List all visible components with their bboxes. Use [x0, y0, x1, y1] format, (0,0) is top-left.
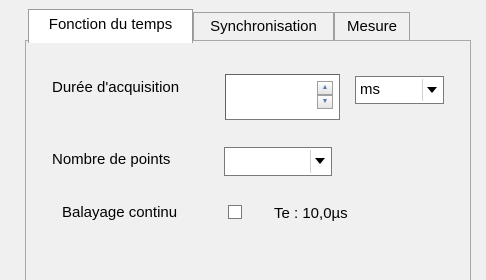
tab-label: Synchronisation — [210, 18, 317, 35]
duree-spinbox[interactable]: ▲ ▼ — [225, 74, 340, 120]
tab-synchronisation[interactable]: Synchronisation — [193, 12, 334, 40]
te-readout: Te : 10,0µs — [274, 205, 348, 222]
chevron-down-icon[interactable] — [310, 150, 329, 173]
tab-mesure[interactable]: Mesure — [334, 12, 410, 40]
chevron-down-icon[interactable] — [422, 79, 441, 101]
tab-label: Fonction du temps — [48, 16, 173, 33]
duree-label: Durée d'acquisition — [52, 79, 180, 96]
balayage-label: Balayage continu — [62, 204, 178, 221]
points-label: Nombre de points — [52, 151, 171, 168]
tab-label: Mesure — [346, 18, 398, 35]
tab-fonction-du-temps[interactable]: Fonction du temps — [28, 9, 193, 43]
points-dropdown[interactable] — [224, 147, 332, 176]
spin-up-arrow-icon[interactable]: ▲ — [317, 81, 333, 95]
unit-value: ms — [360, 81, 380, 98]
balayage-checkbox[interactable] — [228, 205, 242, 219]
spin-down-arrow-icon[interactable]: ▼ — [317, 95, 333, 109]
unit-dropdown[interactable]: ms — [355, 76, 444, 104]
